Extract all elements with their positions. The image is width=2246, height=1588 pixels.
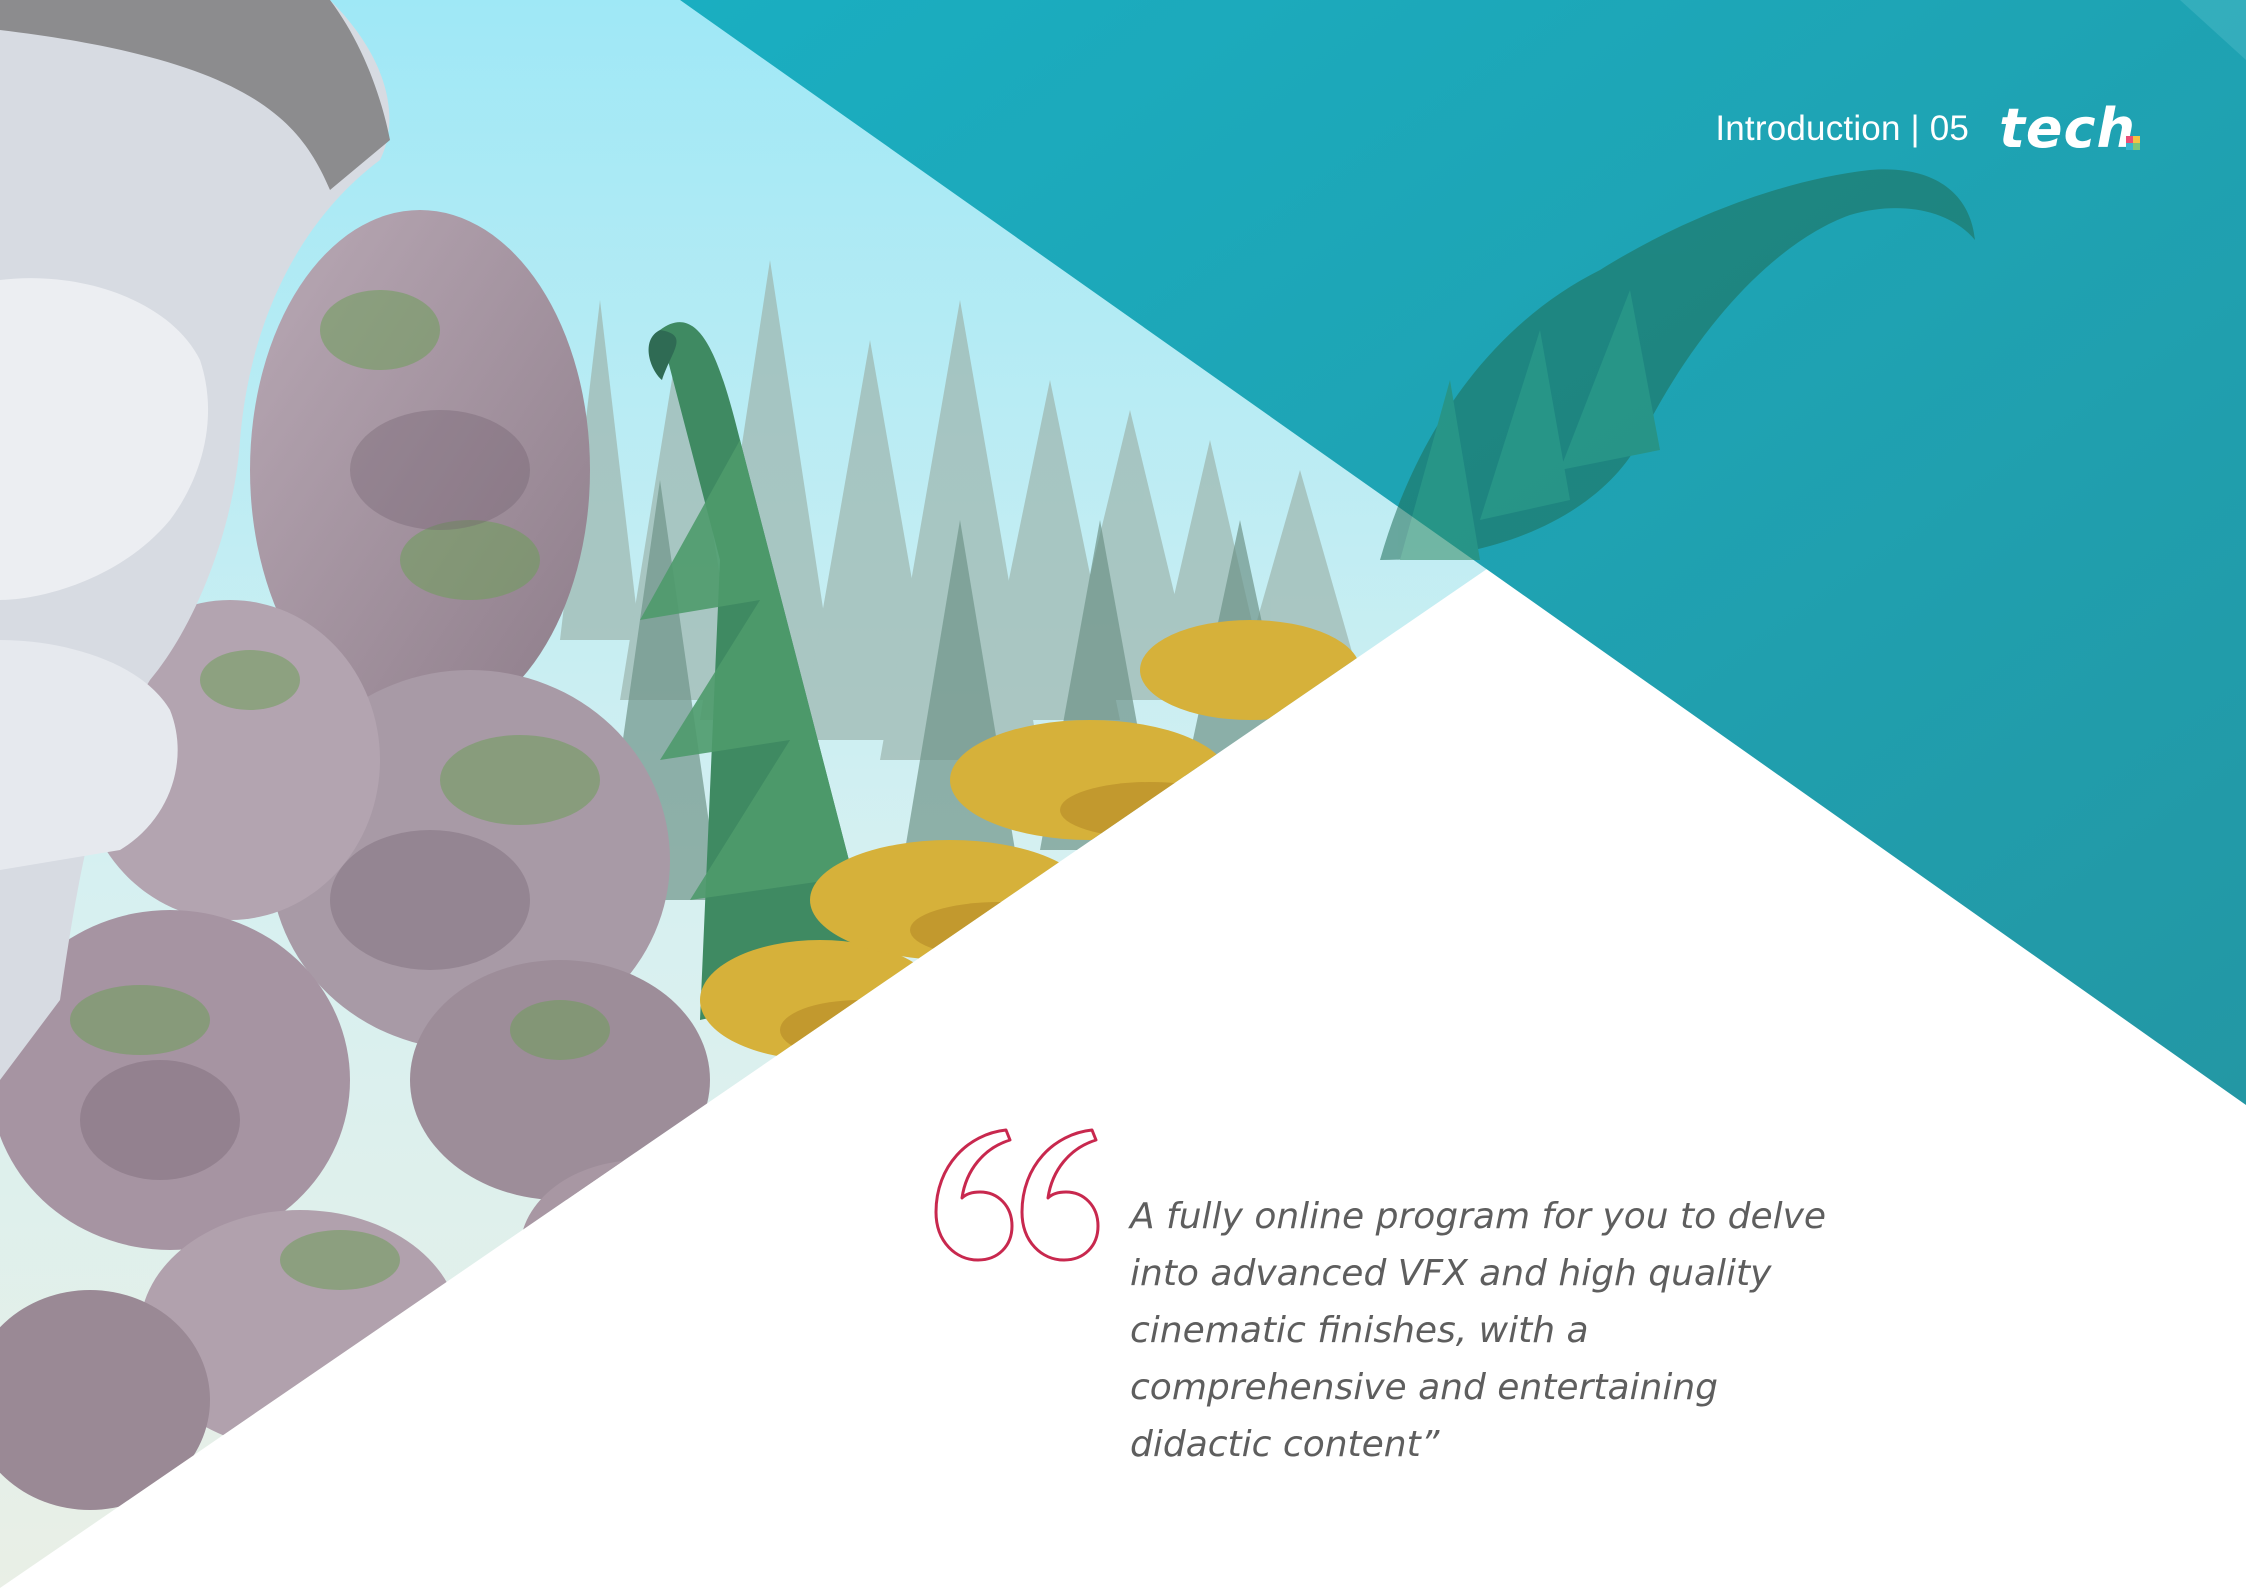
opening-quote-icon bbox=[934, 1128, 1100, 1262]
section-label: Introduction | 05 bbox=[1715, 109, 1970, 148]
tech-logo: tech bbox=[1999, 102, 2140, 156]
page-header: Introduction | 05 tech bbox=[1715, 102, 2140, 156]
quote-text: A fully online program for you to delve … bbox=[1130, 1196, 1827, 1465]
tech-logo-mark-icon bbox=[2126, 136, 2140, 150]
hero-illustration bbox=[0, 0, 2246, 1588]
logo-text: tech bbox=[1999, 97, 2136, 160]
brochure-page: Introduction | 05 tech A fully online pr… bbox=[0, 0, 2246, 1588]
